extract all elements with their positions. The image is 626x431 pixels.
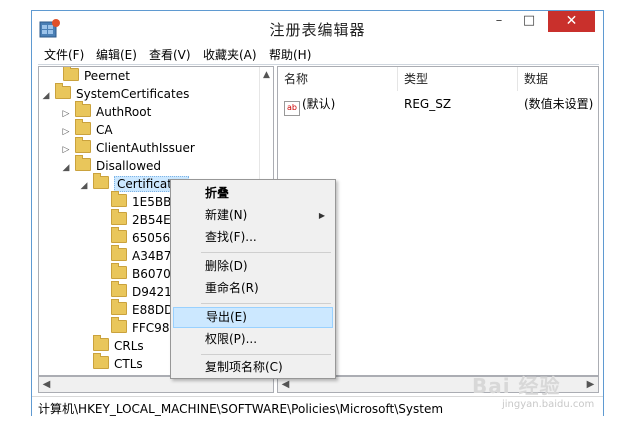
expander-icon[interactable]: ◢ [79,177,89,195]
folder-icon [75,119,91,135]
menu-favorites[interactable]: 收藏夹(A) [203,46,257,63]
tree-item[interactable]: B6070 [111,263,171,283]
folder-icon [63,67,79,81]
tree-item[interactable]: 2B54E [111,209,171,229]
folder-icon [111,263,127,279]
tree-item-label: 2B54E [132,213,171,227]
context-menu-permissions[interactable]: 权限(P)... [173,329,333,350]
menu-divider [38,64,599,65]
context-menu-new-label: 新建(N) [205,208,248,222]
tree-item-label: ClientAuthIssuer [96,141,195,155]
folder-icon [55,83,71,99]
folder-icon [75,101,91,117]
tree-item-label: 1E5BB [132,195,172,209]
context-menu-find[interactable]: 查找(F)... [173,227,333,248]
tree-item[interactable]: 650565 [111,227,178,247]
tree-item-label: Disallowed [96,159,162,173]
tree-item[interactable]: A34B7 [111,245,172,265]
scroll-left-arrow-icon[interactable]: ◀ [278,377,293,392]
minimize-button[interactable]: – [486,11,512,33]
menu-separator [201,303,331,304]
context-menu-delete[interactable]: 删除(D) [173,256,333,277]
string-value-icon: ab [284,101,300,116]
tree-item[interactable]: E88DD [111,299,174,319]
title-bar: 注册表编辑器 – □ ✕ [32,11,603,43]
context-menu-copy-key-name[interactable]: 复制项名称(C) [173,357,333,378]
tree-item-label: CRLs [114,339,144,353]
menu-separator [201,252,331,253]
folder-icon [111,317,127,333]
menu-edit[interactable]: 编辑(E) [96,46,137,63]
column-header-type[interactable]: 类型 [398,67,518,91]
tree-item-label: CA [96,123,113,137]
context-menu-export[interactable]: 导出(E) [173,307,333,328]
column-header-data[interactable]: 数据 [518,67,598,91]
tree-item[interactable]: ▷ CA [61,119,113,139]
tree-item-label: Peernet [84,69,130,83]
folder-icon [111,245,127,261]
expander-icon[interactable]: ◢ [41,87,51,105]
tree-item[interactable]: FFC983 [111,317,177,337]
tree-item-label: SystemCertificates [76,87,190,101]
scroll-up-arrow-icon[interactable]: ▲ [263,70,270,80]
menu-file[interactable]: 文件(F) [44,46,84,63]
folder-icon [111,281,127,297]
folder-icon [111,209,127,225]
folder-icon [93,335,109,351]
folder-icon [93,173,109,189]
submenu-arrow-icon: ▶ [318,211,325,220]
tree-item-label: A34B7 [132,249,172,263]
tree-item-label: D9421 [132,285,172,299]
tree-item[interactable]: ◢ SystemCertificates [41,83,190,105]
scroll-left-arrow-icon[interactable]: ◀ [39,377,54,392]
menu-bar: 文件(F) 编辑(E) 查看(V) 收藏夹(A) 帮助(H) [32,44,603,64]
value-name: (默认) [302,97,336,111]
folder-icon [111,191,127,207]
folder-icon [75,137,91,153]
tree-item[interactable]: D9421 [111,281,172,301]
menu-separator [201,354,331,355]
folder-icon [111,227,127,243]
tree-item[interactable]: 1E5BB [111,191,172,211]
column-header-name[interactable]: 名称 [278,67,398,91]
folder-icon [111,299,127,315]
watermark-url: jingyan.baidu.com [502,399,595,410]
status-path: 计算机\HKEY_LOCAL_MACHINE\SOFTWARE\Policies… [38,402,444,416]
tree-item[interactable]: CTLs [93,353,143,373]
folder-icon [75,155,91,171]
close-button[interactable]: ✕ [548,11,595,32]
context-menu-collapse[interactable]: 折叠 [173,183,333,204]
value-row[interactable]: ab (默认) [284,95,336,116]
tree-item-label: B6070 [132,267,171,281]
tree-item[interactable]: ◢ Disallowed [61,155,162,177]
context-menu: 折叠 新建(N) ▶ 查找(F)... 删除(D) 重命名(R) 导出(E) 权限… [170,179,336,379]
tree-item-label: AuthRoot [96,105,152,119]
tree-item-label: E88DD [132,303,174,317]
folder-icon [93,353,109,369]
value-data: (数值未设置) [524,97,594,111]
value-type: REG_SZ [404,97,452,111]
maximize-button[interactable]: □ [516,11,542,33]
context-menu-new[interactable]: 新建(N) ▶ [173,205,333,226]
menu-view[interactable]: 查看(V) [149,46,191,63]
baidu-watermark: Bai 经验 jingyan.baidu.com [472,370,622,420]
watermark-brand: Bai 经验 [472,374,561,398]
context-menu-rename[interactable]: 重命名(R) [173,278,333,299]
tree-item-label: CTLs [114,357,143,371]
expander-icon[interactable]: ◢ [61,159,71,177]
menu-help[interactable]: 帮助(H) [269,46,311,63]
